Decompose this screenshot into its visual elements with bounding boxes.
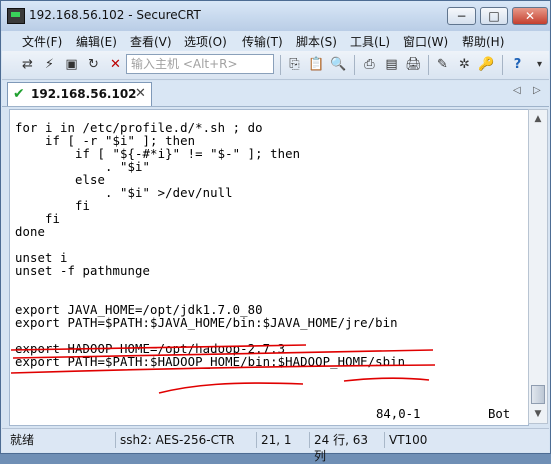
terminal-line: if [ -r "$i" ]; then <box>15 134 196 148</box>
terminal-line: done <box>15 225 46 239</box>
quick-connect-input[interactable]: 输入主机 <Alt+R> <box>126 54 274 74</box>
menu-bar: 文件(F) 编辑(E) 查看(V) 选项(O) 传输(T) 脚本(S) 工具(L… <box>2 31 549 51</box>
securecrt-app-icon <box>7 8 25 24</box>
connected-check-icon: ✔ <box>13 86 25 102</box>
minimize-button[interactable]: − <box>447 7 476 25</box>
menu-edit[interactable]: 编辑(E) <box>76 33 117 50</box>
terminal-cursor-position: 84,0-1 <box>376 407 421 421</box>
status-encryption: ssh2: AES-256-CTR <box>115 432 255 448</box>
scroll-thumb[interactable] <box>531 385 545 404</box>
terminal-line: . "$i" <box>15 160 151 174</box>
status-terminal-type: VT100 <box>384 432 444 448</box>
reconnect-icon[interactable]: ↻ <box>84 55 103 74</box>
tab-scroll-left-icon[interactable]: ◁ <box>513 85 521 96</box>
paste-icon[interactable]: 📋 <box>307 55 326 74</box>
status-cursor: 21, 1 <box>256 432 308 448</box>
menu-view[interactable]: 查看(V) <box>130 33 172 50</box>
copy-icon[interactable]: ⎘ <box>285 55 304 74</box>
menu-file[interactable]: 文件(F) <box>22 33 62 50</box>
session-tab[interactable]: ✔ 192.168.56.102 ✕ <box>7 82 152 106</box>
title-bar[interactable]: 192.168.56.102 - SecureCRT − □ ✕ <box>1 1 550 31</box>
find-icon[interactable]: 🔍 <box>329 55 348 74</box>
key-icon[interactable]: 🔑 <box>477 55 496 74</box>
menu-window[interactable]: 窗口(W) <box>403 33 448 50</box>
scroll-up-icon[interactable]: ▲ <box>532 113 544 125</box>
terminal-line: fi <box>15 199 91 213</box>
quick-connect-icon[interactable]: ⚡ <box>40 55 59 74</box>
close-button[interactable]: ✕ <box>512 7 548 25</box>
tab-close-icon[interactable]: ✕ <box>135 86 146 101</box>
status-ready: 就绪 <box>10 433 35 447</box>
print-selection-icon[interactable]: ▤ <box>382 55 401 74</box>
menu-help[interactable]: 帮助(H) <box>462 33 504 50</box>
toolbar-separator <box>280 55 281 75</box>
terminal-line: fi <box>15 212 61 226</box>
terminal-line: export PATH=$PATH:$JAVA_HOME/bin:$JAVA_H… <box>15 316 398 330</box>
securecrt-window: 192.168.56.102 - SecureCRT − □ ✕ 文件(F) 编… <box>0 0 551 463</box>
terminal-line: for i in /etc/profile.d/*.sh ; do <box>15 121 263 135</box>
status-bar: 就绪 ssh2: AES-256-CTR 21, 1 24 行, 63 列 VT… <box>2 428 549 463</box>
vertical-scrollbar[interactable]: ▲ ▼ <box>528 109 548 424</box>
disconnect-icon[interactable]: ✕ <box>106 55 125 74</box>
help-icon[interactable]: ? <box>508 55 527 74</box>
terminal-scroll-indicator: Bot <box>488 407 511 421</box>
tab-scroll-right-icon[interactable]: ▷ <box>533 85 541 96</box>
menu-tools[interactable]: 工具(L) <box>350 33 390 50</box>
status-rows-cols: 24 行, 63 列 <box>309 432 383 463</box>
session-options-icon[interactable]: ✎ <box>433 55 452 74</box>
toolbar: ⇄ ⚡ ▣ ↻ ✕ 输入主机 <Alt+R> ⎘ 📋 🔍 ⎙ ▤ 🖨 ✎ ✲ 🔑… <box>2 51 549 80</box>
window-title: 192.168.56.102 - SecureCRT <box>29 8 201 22</box>
menu-options[interactable]: 选项(O) <box>184 33 227 50</box>
toolbar-separator <box>502 55 503 75</box>
terminal-line: unset i <box>15 251 68 265</box>
print-setup-icon[interactable]: 🖨 <box>404 55 423 74</box>
scroll-down-icon[interactable]: ▼ <box>532 408 544 420</box>
terminal-line: export JAVA_HOME=/opt/jdk1.7.0_80 <box>15 303 263 317</box>
toolbar-separator <box>428 55 429 75</box>
session-tab-label: 192.168.56.102 <box>31 87 137 101</box>
connect-icon[interactable]: ⇄ <box>18 55 37 74</box>
terminal-line: if [ "${-#*i}" != "$-" ]; then <box>15 147 301 161</box>
print-icon[interactable]: ⎙ <box>360 55 379 74</box>
toolbar-separator <box>354 55 355 75</box>
toolbar-overflow-icon[interactable]: ▾ <box>530 55 549 74</box>
terminal-line: unset -f pathmunge <box>15 264 151 278</box>
terminal-area[interactable]: for i in /etc/profile.d/*.sh ; do if [ -… <box>9 109 529 426</box>
session-tab-bar: ✔ 192.168.56.102 ✕ <box>2 81 549 107</box>
connect-tab-icon[interactable]: ▣ <box>62 55 81 74</box>
terminal-line: export PATH=$PATH:$HADOOP_HOME/bin:$HADO… <box>15 355 406 369</box>
menu-script[interactable]: 脚本(S) <box>296 33 337 50</box>
maximize-button[interactable]: □ <box>480 7 508 25</box>
menu-transfer[interactable]: 传输(T) <box>242 33 283 50</box>
global-options-icon[interactable]: ✲ <box>455 55 474 74</box>
terminal-line: else <box>15 173 106 187</box>
terminal-line: . "$i" >/dev/null <box>15 186 233 200</box>
terminal-line: export HADOOP_HOME=/opt/hadoop-2.7.3 <box>15 342 286 356</box>
